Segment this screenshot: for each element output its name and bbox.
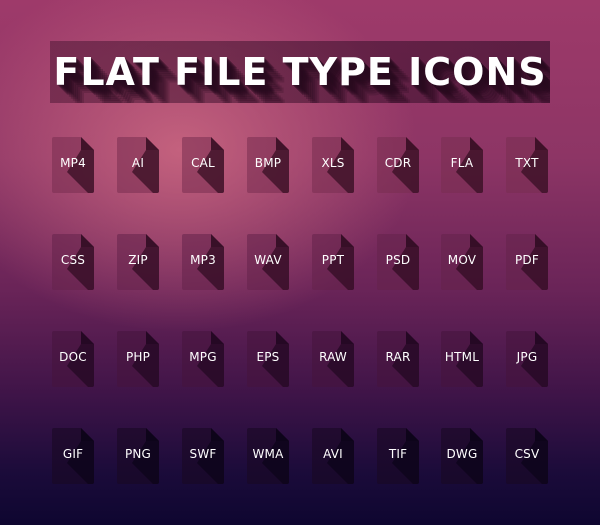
folded-corner	[406, 331, 419, 344]
file-type-gif[interactable]: GIF	[52, 428, 94, 484]
folded-corner	[470, 428, 483, 441]
file-type-fla[interactable]: FLA	[441, 137, 483, 193]
folded-corner	[406, 234, 419, 247]
folded-corner	[81, 137, 94, 150]
file-type-label: TXT	[515, 156, 539, 170]
file-type-wma[interactable]: WMA	[247, 428, 289, 484]
file-type-label: HTML	[444, 350, 480, 364]
file-type-mp4[interactable]: MP4	[52, 137, 94, 193]
file-type-label: PPT	[321, 253, 345, 267]
file-type-jpg[interactable]: JPG	[506, 331, 548, 387]
file-type-avi[interactable]: AVI	[312, 428, 354, 484]
folded-corner	[535, 234, 548, 247]
file-type-label: MP4	[60, 156, 86, 170]
file-type-doc[interactable]: DOC	[52, 331, 94, 387]
folded-corner	[211, 234, 224, 247]
file-type-dwg[interactable]: DWG	[441, 428, 483, 484]
folded-corner	[146, 428, 159, 441]
file-type-swf[interactable]: SWF	[182, 428, 224, 484]
folded-corner	[146, 234, 159, 247]
folded-corner	[470, 331, 483, 344]
file-type-xls[interactable]: XLS	[312, 137, 354, 193]
file-type-label: RAW	[319, 350, 347, 364]
file-type-mpg[interactable]: MPG	[182, 331, 224, 387]
file-type-label: FLA	[450, 156, 474, 170]
folded-corner	[406, 428, 419, 441]
file-type-label: BMP	[254, 156, 282, 170]
file-type-txt[interactable]: TXT	[506, 137, 548, 193]
folded-corner	[341, 234, 354, 247]
folded-corner	[276, 234, 289, 247]
folded-corner	[341, 137, 354, 150]
file-type-label: EPS	[256, 350, 280, 364]
folded-corner	[81, 331, 94, 344]
file-type-label: CDR	[384, 156, 412, 170]
file-type-label: MP3	[190, 253, 216, 267]
folded-corner	[211, 137, 224, 150]
file-type-cal[interactable]: CAL	[182, 137, 224, 193]
file-icon-grid: MP4 AI CAL BMP XLS CDR FLA TXT CSS ZIP MP3 WAV PPT PS…	[0, 0, 600, 525]
folded-corner	[535, 428, 548, 441]
folded-corner	[470, 137, 483, 150]
file-type-label: MPG	[189, 350, 217, 364]
file-type-bmp[interactable]: BMP	[247, 137, 289, 193]
folded-corner	[211, 331, 224, 344]
file-type-label: CSS	[60, 253, 86, 267]
file-type-label: XLS	[321, 156, 345, 170]
file-type-cdr[interactable]: CDR	[377, 137, 419, 193]
file-type-label: SWF	[189, 447, 217, 461]
folded-corner	[406, 137, 419, 150]
file-type-zip[interactable]: ZIP	[117, 234, 159, 290]
folded-corner	[276, 428, 289, 441]
file-type-label: JPG	[516, 350, 538, 364]
folded-corner	[146, 137, 159, 150]
folded-corner	[470, 234, 483, 247]
file-type-raw[interactable]: RAW	[312, 331, 354, 387]
file-type-wav[interactable]: WAV	[247, 234, 289, 290]
file-type-css[interactable]: CSS	[52, 234, 94, 290]
file-type-label: DWG	[446, 447, 478, 461]
file-type-eps[interactable]: EPS	[247, 331, 289, 387]
folded-corner	[146, 331, 159, 344]
folded-corner	[276, 331, 289, 344]
file-type-pdf[interactable]: PDF	[506, 234, 548, 290]
folded-corner	[81, 234, 94, 247]
folded-corner	[211, 428, 224, 441]
file-type-label: WMA	[252, 447, 284, 461]
file-type-label: WAV	[254, 253, 282, 267]
file-type-label: CAL	[191, 156, 215, 170]
file-type-tif[interactable]: TIF	[377, 428, 419, 484]
folded-corner	[341, 428, 354, 441]
file-type-label: AVI	[323, 447, 343, 461]
file-type-rar[interactable]: RAR	[377, 331, 419, 387]
file-type-csv[interactable]: CSV	[506, 428, 548, 484]
file-type-label: MOV	[447, 253, 477, 267]
file-type-label: PSD	[385, 253, 411, 267]
file-type-label: PDF	[515, 253, 539, 267]
file-type-ai[interactable]: AI	[117, 137, 159, 193]
file-type-label: PHP	[125, 350, 151, 364]
file-type-mp3[interactable]: MP3	[182, 234, 224, 290]
file-type-label: RAR	[385, 350, 411, 364]
file-type-psd[interactable]: PSD	[377, 234, 419, 290]
file-type-label: AI	[131, 156, 145, 170]
folded-corner	[276, 137, 289, 150]
folded-corner	[535, 331, 548, 344]
folded-corner	[341, 331, 354, 344]
file-type-png[interactable]: PNG	[117, 428, 159, 484]
folded-corner	[535, 137, 548, 150]
file-type-label: GIF	[62, 447, 84, 461]
file-type-label: DOC	[59, 350, 87, 364]
file-type-mov[interactable]: MOV	[441, 234, 483, 290]
file-type-label: CSV	[514, 447, 540, 461]
file-type-label: TIF	[388, 447, 408, 461]
file-type-html[interactable]: HTML	[441, 331, 483, 387]
file-type-php[interactable]: PHP	[117, 331, 159, 387]
file-type-label: PNG	[124, 447, 152, 461]
file-type-label: ZIP	[128, 253, 148, 267]
folded-corner	[81, 428, 94, 441]
file-type-ppt[interactable]: PPT	[312, 234, 354, 290]
